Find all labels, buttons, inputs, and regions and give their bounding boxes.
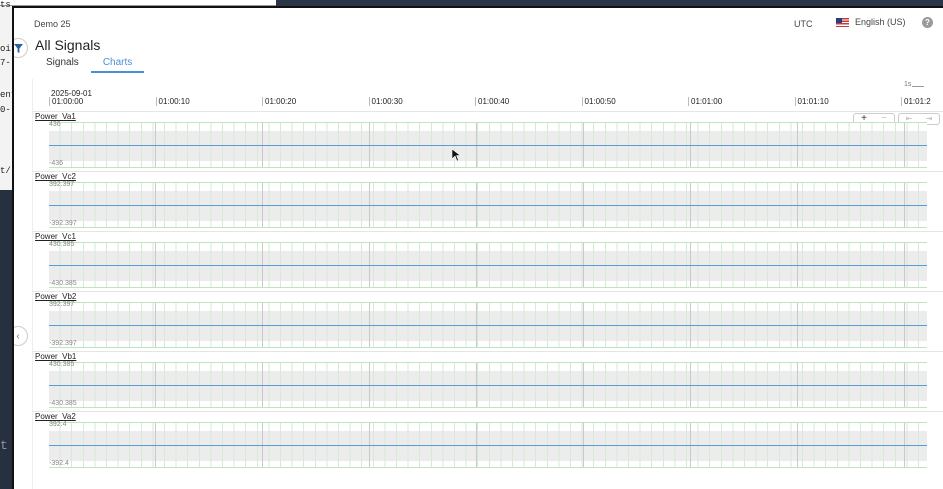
us-flag-icon — [836, 17, 849, 27]
signal-row: Power_Vb2 392.397 -392.397 — [33, 291, 943, 351]
signal-plot[interactable] — [49, 302, 927, 348]
page-title: All Signals — [35, 37, 101, 53]
y-axis-max: 392.4 — [49, 421, 67, 428]
tab-signals[interactable]: Signals — [34, 55, 91, 73]
language-selector[interactable]: English (US) — [836, 17, 906, 27]
signal-series-line — [49, 445, 927, 446]
signal-plot[interactable] — [49, 362, 927, 408]
help-icon[interactable]: ? — [922, 17, 933, 28]
y-axis-max: 430.385 — [49, 361, 75, 368]
signal-series-line — [49, 325, 927, 326]
y-axis-min: -430.385 — [49, 400, 77, 407]
signal-series-line — [49, 205, 927, 206]
tab-charts[interactable]: Charts — [90, 55, 145, 73]
time-tick-label: 01:00:20 — [262, 97, 296, 106]
time-tick-label: 01:01:2 — [901, 97, 931, 106]
signal-row: Power_Va1 436 -436 — [33, 111, 943, 171]
signal-name[interactable]: Power_Vc2 — [35, 172, 76, 181]
signal-series-line — [49, 265, 927, 266]
time-tick-label: 01:00:50 — [581, 97, 616, 106]
background-text: ts — [0, 0, 11, 10]
y-axis-min: -392.397 — [49, 340, 77, 347]
time-axis: 2025-09-01 01:00:00 01:00:10 01:00:20 01:00… — [33, 79, 943, 111]
org-name[interactable]: Demo 25 — [34, 19, 71, 29]
charts-panel: 2025-09-01 01:00:00 01:00:10 01:00:20 01:00… — [32, 79, 943, 489]
signal-row: Power_Vb1 430.385 -430.385 — [33, 351, 943, 411]
filter-icon — [14, 43, 23, 53]
y-axis-min: -436 — [49, 160, 64, 167]
chevron-left-icon: ‹ — [16, 330, 20, 342]
signal-series-line — [49, 145, 927, 146]
signal-row: Power_Va2 392.4 -392.4 — [33, 411, 943, 471]
signal-plot[interactable] — [49, 122, 927, 168]
time-tick-label: 01:01:00 — [688, 97, 722, 106]
y-axis-max: 430.385 — [49, 241, 75, 248]
y-axis-max: 436 — [49, 121, 61, 128]
y-axis-min: -392.397 — [49, 220, 77, 227]
language-label: English (US) — [855, 17, 906, 27]
signal-name[interactable]: Power_Vb2 — [35, 292, 76, 301]
time-tick-label: 01:00:10 — [155, 97, 190, 106]
scale-bar — [912, 86, 924, 87]
collapse-sidebar-button[interactable]: ‹ — [14, 326, 28, 346]
signal-plot[interactable] — [49, 242, 927, 288]
top-bar: Demo 25 UTC English (US) ? — [14, 8, 943, 38]
view-tabs: Signals Charts — [34, 55, 145, 73]
signal-name[interactable]: Power_Vb1 — [35, 352, 76, 361]
time-tick-label: 01:00:00 — [49, 97, 83, 106]
signal-row: Power_Vc1 430.385 -430.385 — [33, 231, 943, 291]
time-tick-label: 01:01:10 — [794, 97, 829, 106]
signal-name[interactable]: Power_Vc1 — [35, 232, 76, 241]
signal-row: Power_Vc2 392.397 -392.397 — [33, 171, 943, 231]
y-axis-max: 392.397 — [49, 301, 75, 308]
background-text: t — [0, 438, 8, 453]
time-tick-label: 01:00:30 — [368, 97, 403, 106]
y-axis-max: 392.397 — [49, 181, 75, 188]
signal-name[interactable]: Power_Va1 — [35, 112, 76, 121]
signal-name[interactable]: Power_Va2 — [35, 412, 76, 421]
background-text: 7- — [0, 58, 11, 68]
app-window: Demo 25 UTC English (US) ? All Signals S… — [12, 6, 943, 489]
background-text: t/ — [0, 166, 11, 176]
background-text: 0- — [0, 105, 11, 115]
time-tick-label: 01:00:40 — [475, 97, 509, 106]
filter-button[interactable] — [14, 38, 28, 58]
timezone-label[interactable]: UTC — [794, 19, 813, 29]
signal-plot[interactable] — [49, 422, 927, 468]
y-axis-min: -392.4 — [49, 460, 69, 467]
y-axis-min: -430.385 — [49, 280, 77, 287]
scale-label: 1s — [904, 81, 912, 88]
signal-plot[interactable] — [49, 182, 927, 228]
signal-series-line — [49, 385, 927, 386]
